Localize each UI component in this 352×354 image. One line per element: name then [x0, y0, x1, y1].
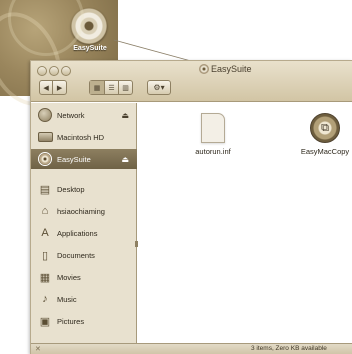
sidebar-item-network[interactable]: Network ⏏: [31, 105, 137, 125]
forward-button[interactable]: ▶: [53, 81, 66, 94]
music-icon: ♪: [42, 293, 48, 305]
desktop-icon: ▤: [39, 183, 51, 196]
column-view-button[interactable]: ▥: [118, 81, 132, 94]
action-menu-button[interactable]: ⚙▾: [147, 80, 171, 95]
sidebar-item-label: Applications: [57, 228, 98, 238]
movies-icon: ▦: [39, 271, 51, 284]
title-bar[interactable]: EasySuite ◀ ▶ ▦ ☰ ▥ ⚙▾: [31, 61, 352, 102]
list-view-button[interactable]: ☰: [104, 81, 118, 94]
home-icon: ⌂: [41, 205, 49, 217]
eject-icon[interactable]: ⏏: [121, 111, 129, 120]
sidebar-item-applications[interactable]: A Applications: [31, 223, 137, 243]
screen: EasySuite EasySuite ◀ ▶ ▦ ☰ ▥ ⚙▾ Network…: [0, 0, 352, 354]
documents-icon: ▯: [41, 249, 49, 262]
minimize-button[interactable]: [49, 66, 59, 76]
view-mode-group: ▦ ☰ ▥: [89, 80, 133, 95]
status-bar: ✕ 3 items, Zero KB available: [31, 343, 352, 354]
desktop-disc-label[interactable]: EasySuite: [64, 45, 116, 52]
sidebar-item-label: Movies: [57, 272, 81, 282]
finder-window: EasySuite ◀ ▶ ▦ ☰ ▥ ⚙▾ Network ⏏ Macinto…: [30, 60, 352, 354]
sidebar-item-easysuite[interactable]: EasySuite ⏏: [31, 149, 137, 169]
easysuite-disc-icon[interactable]: [71, 8, 107, 44]
zoom-button[interactable]: [61, 66, 71, 76]
close-button[interactable]: [37, 66, 47, 76]
title-disc-icon: [199, 64, 209, 74]
file-name: EasyMacCopy: [300, 147, 350, 156]
sidebar-item-label: Desktop: [57, 184, 85, 194]
globe-icon: [37, 107, 53, 123]
status-text: 3 items, Zero KB available: [251, 345, 327, 352]
window-title: EasySuite: [211, 64, 252, 74]
back-button[interactable]: ◀: [40, 81, 54, 94]
pictures-icon: ▣: [39, 315, 51, 328]
sidebar-item-music[interactable]: ♪ Music: [31, 289, 137, 309]
document-icon: [201, 113, 225, 143]
file-item-easymaccopy[interactable]: ⧉ EasyMacCopy: [290, 113, 352, 156]
sidebar-item-label: hsiaochiaming: [57, 206, 105, 216]
back-forward-group: ◀ ▶: [39, 80, 67, 95]
sidebar-item-documents[interactable]: ▯ Documents: [31, 245, 137, 265]
file-item-autorun[interactable]: autorun.inf: [178, 113, 248, 156]
icon-view-button[interactable]: ▦: [90, 81, 104, 94]
sidebar-item-label: Network: [57, 110, 85, 120]
sidebar-item-macintosh-hd[interactable]: Macintosh HD: [31, 127, 137, 147]
sidebar-item-label: Pictures: [57, 316, 85, 326]
hard-drive-icon: [37, 129, 53, 145]
sidebar-item-label: EasySuite: [57, 154, 91, 164]
file-name: autorun.inf: [195, 147, 231, 156]
applications-icon: A: [41, 227, 49, 239]
sidebar-item-movies[interactable]: ▦ Movies: [31, 267, 137, 287]
app-icon: ⧉: [310, 113, 340, 143]
eject-icon[interactable]: ⏏: [121, 155, 129, 164]
sidebar-item-label: Documents: [57, 250, 95, 260]
sidebar-item-desktop[interactable]: ▤ Desktop: [31, 179, 137, 199]
sidebar-item-label: Music: [57, 294, 77, 304]
sidebar: Network ⏏ Macintosh HD EasySuite ⏏ ▤ Des…: [31, 103, 137, 343]
sidebar-item-home[interactable]: ⌂ hsiaochiaming: [31, 201, 137, 221]
resize-grip-icon[interactable]: ✕: [35, 345, 41, 353]
sidebar-item-label: Macintosh HD: [57, 132, 105, 142]
sidebar-item-pictures[interactable]: ▣ Pictures: [31, 311, 137, 331]
file-area: autorun.inf ⧉ EasyMacCopy: [138, 103, 352, 343]
disc-icon: [37, 151, 53, 167]
